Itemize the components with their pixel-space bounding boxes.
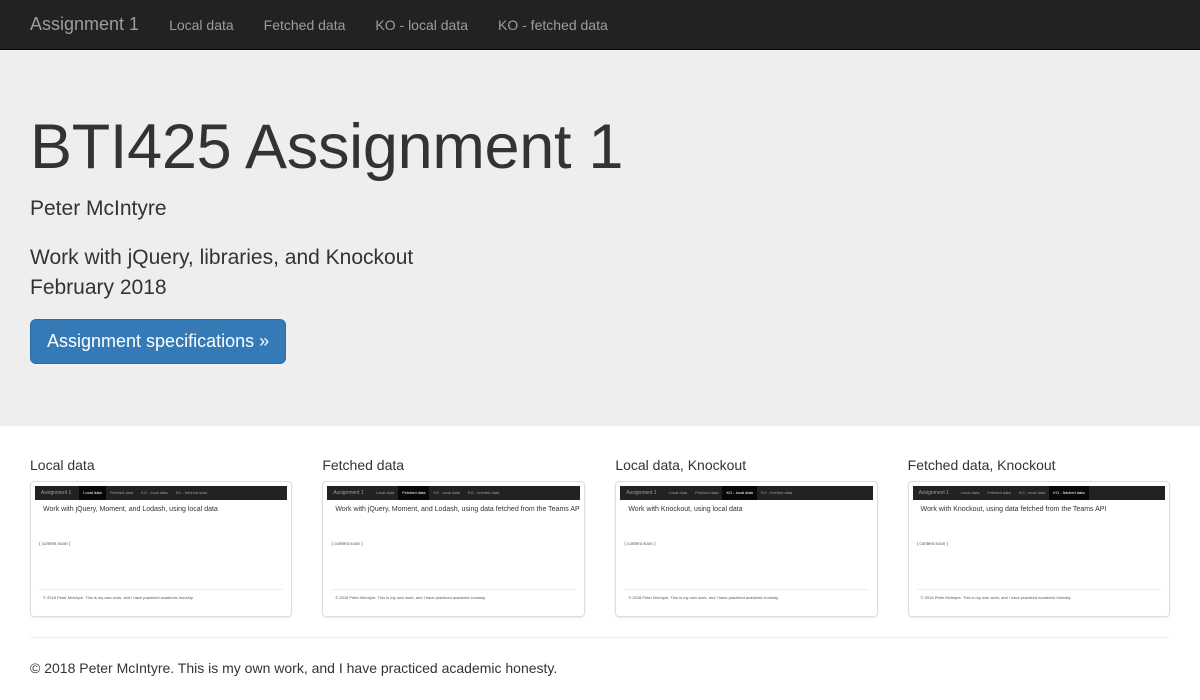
thumbnail-nav-link: KO - fetched data	[467, 490, 500, 495]
thumbnail-brand: Assignment 1	[41, 490, 72, 496]
thumbnail-footer: © 2018 Peter McIntyre. This is my own wo…	[920, 595, 1072, 600]
card-fetched-data-knockout: Fetched data, Knockout Assignment 1 Loca…	[907, 457, 1170, 617]
thumbnail-nav-link: Local data	[79, 486, 106, 500]
thumbnail-navbar: Assignment 1 Local data Fetched data KO …	[620, 486, 873, 500]
card-fetched-data: Fetched data Assignment 1 Local data Fet…	[322, 457, 586, 617]
nav-link-fetched-data[interactable]: Fetched data	[249, 17, 361, 33]
thumbnail-navbar: Assignment 1 Local data Fetched data KO …	[327, 486, 581, 500]
card-title: Local data, Knockout	[615, 457, 747, 473]
thumbnail-nav-link: Local data	[375, 490, 395, 495]
preview-thumbnail[interactable]: Assignment 1 Local data Fetched data KO …	[30, 481, 293, 617]
card-local-data: Local data Assignment 1 Local data Fetch…	[30, 457, 293, 617]
preview-thumbnail[interactable]: Assignment 1 Local data Fetched data KO …	[322, 481, 586, 617]
thumbnail-brand: Assignment 1	[626, 490, 657, 496]
thumbnail-nav-link: KO - local data	[722, 486, 757, 500]
thumbnail-nav-link: KO - local data	[433, 490, 460, 495]
thumbnail-divider	[624, 589, 869, 590]
nav-link-ko-fetched-data[interactable]: KO - fetched data	[483, 17, 623, 33]
top-navbar: Assignment 1 Local data Fetched data KO …	[0, 0, 1200, 50]
thumbnail-divider	[916, 589, 1161, 590]
thumbnail-navbar: Assignment 1 Local data Fetched data KO …	[35, 486, 288, 500]
thumbnail-nav-link: Fetched data	[987, 490, 1011, 495]
thumbnail-placeholder: ( content soon )	[331, 541, 363, 546]
jumbotron: BTI425 Assignment 1 Peter McIntyre Work …	[0, 50, 1200, 426]
page-footer: © 2018 Peter McIntyre. This is my own wo…	[0, 638, 1200, 676]
thumbnail-footer: © 2018 Peter McIntyre. This is my own wo…	[43, 595, 194, 600]
thumbnail-brand: Assignment 1	[333, 490, 364, 496]
preview-thumbnail[interactable]: Assignment 1 Local data Fetched data KO …	[907, 481, 1170, 617]
thumbnail-nav-link: KO - fetched data	[1049, 486, 1089, 500]
thumbnail-nav-link: Fetched data	[109, 490, 134, 495]
thumbnail-footer: © 2018 Peter McIntyre. This is my own wo…	[335, 595, 486, 600]
thumbnail-navbar: Assignment 1 Local data Fetched data KO …	[912, 486, 1165, 500]
thumbnail-nav-link: Fetched data	[398, 486, 430, 500]
thumbnail-nav-link: KO - fetched data	[760, 490, 793, 495]
thumbnail-lead: Work with jQuery, Moment, and Lodash, us…	[335, 506, 581, 513]
thumbnail-placeholder: ( content soon )	[39, 541, 71, 546]
navbar-brand[interactable]: Assignment 1	[30, 14, 139, 35]
nav-link-local-data[interactable]: Local data	[154, 17, 249, 33]
nav-link-ko-local-data[interactable]: KO - local data	[360, 17, 483, 33]
thumbnail-nav-link: Local data	[960, 490, 980, 495]
thumbnail-nav-link: KO - fetched data	[175, 490, 207, 495]
thumbnail-nav-link: KO - local data	[141, 490, 168, 495]
thumbnail-placeholder: ( content soon )	[916, 541, 948, 546]
thumbnail-nav-link: KO - local data	[1018, 490, 1046, 495]
footer-text: © 2018 Peter McIntyre. This is my own wo…	[30, 660, 558, 676]
card-title: Local data	[30, 457, 95, 473]
thumbnail-nav-link: Fetched data	[695, 490, 719, 495]
page-title: BTI425 Assignment 1	[30, 112, 624, 182]
assignment-specifications-button[interactable]: Assignment specifications »	[30, 319, 287, 364]
thumbnail-footer: © 2018 Peter McIntyre. This is my own wo…	[628, 595, 779, 600]
card-title: Fetched data, Knockout	[907, 457, 1056, 473]
thumbnail-placeholder: ( content soon )	[624, 541, 656, 546]
author-name: Peter McIntyre	[30, 197, 167, 220]
assignment-date: February 2018	[30, 276, 167, 299]
thumbnail-divider	[331, 589, 577, 590]
thumbnail-nav-link: Local data	[668, 490, 688, 495]
assignment-description: Work with jQuery, libraries, and Knockou…	[30, 246, 414, 269]
thumbnail-lead: Work with Knockout, using data fetched f…	[920, 506, 1107, 513]
thumbnail-lead: Work with jQuery, Moment, and Lodash, us…	[43, 506, 218, 513]
preview-thumbnail[interactable]: Assignment 1 Local data Fetched data KO …	[615, 481, 878, 617]
preview-cards: Local data Assignment 1 Local data Fetch…	[0, 426, 1200, 617]
thumbnail-lead: Work with Knockout, using local data	[628, 506, 743, 513]
card-title: Fetched data	[322, 457, 405, 473]
card-local-data-knockout: Local data, Knockout Assignment 1 Local …	[615, 457, 878, 617]
thumbnail-divider	[39, 589, 284, 590]
thumbnail-brand: Assignment 1	[918, 490, 949, 496]
